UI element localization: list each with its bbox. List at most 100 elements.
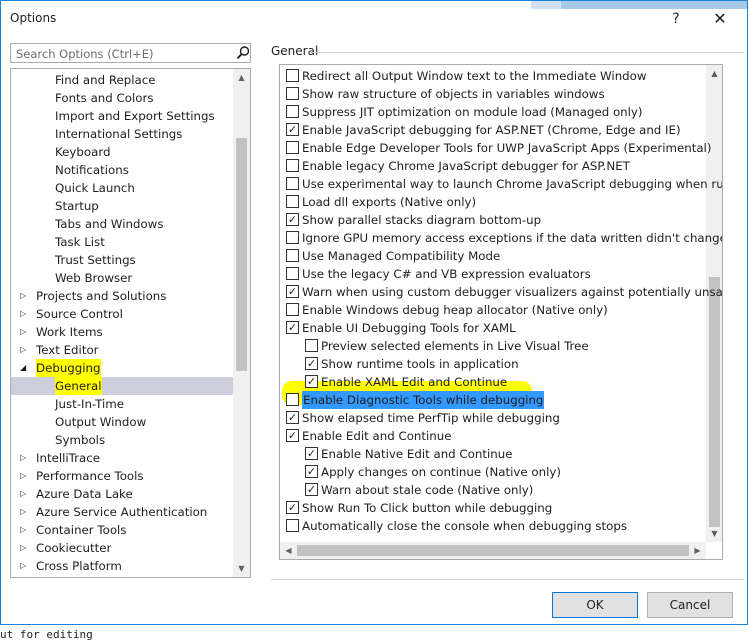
options-tree[interactable]: ▷ Cross Platform ▷ Cookiecutter ▷ Container T… <box>10 68 251 578</box>
tree-scroll-thumb[interactable] <box>236 138 247 371</box>
expand-arrow-icon[interactable]: ▷ <box>20 467 26 485</box>
tree-item[interactable]: ▷ Text Editor <box>11 341 233 359</box>
tree-item[interactable]: ▷ Container Tools <box>11 521 233 539</box>
checkbox-checked-icon[interactable]: ✓ <box>305 465 318 478</box>
checkbox-unchecked-icon[interactable] <box>286 69 299 82</box>
checkbox-checked-icon[interactable]: ✓ <box>286 429 299 442</box>
checkbox-checked-icon[interactable]: ✓ <box>305 375 318 388</box>
tree-scrollbar[interactable]: ▲ ▼ <box>233 69 250 577</box>
tree-item[interactable]: Web Browser <box>11 269 233 287</box>
tree-item-label: Azure Data Lake <box>36 487 133 501</box>
tree-item[interactable]: ◢ Debugging <box>11 359 233 377</box>
tree-item[interactable]: ▷ Azure Data Lake <box>11 485 233 503</box>
checkbox-unchecked-icon[interactable] <box>286 195 299 208</box>
checkbox-checked-icon[interactable]: ✓ <box>305 447 318 460</box>
checkbox-checked-icon[interactable]: ✓ <box>286 501 299 514</box>
tree-item[interactable]: ▷ Performance Tools <box>11 467 233 485</box>
tree-item[interactable]: Startup <box>11 197 233 215</box>
tree-item[interactable]: Task List <box>11 233 233 251</box>
checkbox-checked-icon[interactable]: ✓ <box>305 357 318 370</box>
tree-item[interactable]: ▷ Source Control <box>11 305 233 323</box>
checkbox-unchecked-icon[interactable] <box>286 141 299 154</box>
options-list[interactable]: ▲ ▼ ◀ ▶ Redirect all Output Window text … <box>279 64 723 560</box>
checkbox-unchecked-icon[interactable] <box>286 303 299 316</box>
tree-item[interactable]: Trust Settings <box>11 251 233 269</box>
tree-item[interactable]: Notifications <box>11 161 233 179</box>
tree-item[interactable]: ▷ Cross Platform <box>11 557 233 575</box>
tree-item[interactable]: Keyboard <box>11 143 233 161</box>
dialog-title: Options <box>10 11 57 25</box>
expand-arrow-icon[interactable]: ▷ <box>20 503 26 521</box>
tree-item[interactable]: Find and Replace <box>11 71 233 89</box>
expand-arrow-icon[interactable]: ▷ <box>20 539 26 557</box>
checkbox-unchecked-icon[interactable] <box>305 339 318 352</box>
tree-item[interactable]: ▷ Projects and Solutions <box>11 287 233 305</box>
checkbox-unchecked-icon[interactable] <box>286 267 299 280</box>
expand-arrow-icon[interactable]: ▷ <box>20 287 26 305</box>
tree-item[interactable]: Symbols <box>11 431 233 449</box>
cancel-button[interactable]: Cancel <box>647 592 733 618</box>
tree-item[interactable]: Quick Launch <box>11 179 233 197</box>
checkbox-checked-icon[interactable]: ✓ <box>286 411 299 424</box>
ok-button[interactable]: OK <box>552 592 638 618</box>
tree-item[interactable]: General <box>11 377 233 395</box>
search-placeholder: Search Options (Ctrl+E) <box>16 47 154 61</box>
checkbox-unchecked-icon[interactable] <box>286 519 299 532</box>
tree-item-label: Quick Launch <box>55 181 135 195</box>
option-label: Show runtime tools in application <box>321 357 519 371</box>
scroll-right-icon[interactable]: ▶ <box>689 542 706 559</box>
expand-arrow-icon[interactable]: ▷ <box>20 341 26 359</box>
options-scroll-thumb[interactable] <box>709 277 720 527</box>
tree-item[interactable]: Output Window <box>11 413 233 431</box>
expand-arrow-icon[interactable]: ▷ <box>20 449 26 467</box>
scroll-up-icon[interactable]: ▲ <box>706 65 722 82</box>
checkbox-checked-icon[interactable]: ✓ <box>305 483 318 496</box>
tree-item[interactable]: ▷ IntelliTrace <box>11 449 233 467</box>
tree-item[interactable]: ▷ Cookiecutter <box>11 539 233 557</box>
checkbox-unchecked-icon[interactable] <box>286 105 299 118</box>
tree-item-label: Symbols <box>55 433 106 447</box>
scroll-left-icon[interactable]: ◀ <box>280 542 297 559</box>
tree-item[interactable]: Fonts and Colors <box>11 89 233 107</box>
expand-arrow-icon[interactable]: ▷ <box>20 305 26 323</box>
close-button[interactable]: ✕ <box>705 7 735 31</box>
options-vertical-scrollbar[interactable]: ▲ ▼ <box>706 65 722 542</box>
checkbox-checked-icon[interactable]: ✓ <box>286 123 299 136</box>
option-label: Enable legacy Chrome JavaScript debugger… <box>302 159 630 173</box>
scroll-down-icon[interactable]: ▼ <box>233 560 250 577</box>
checkbox-checked-icon[interactable]: ✓ <box>286 285 299 298</box>
tree-item[interactable]: ▷ Azure Service Authentication <box>11 503 233 521</box>
help-button[interactable]: ? <box>661 7 691 31</box>
scroll-up-icon[interactable]: ▲ <box>233 69 250 86</box>
checkbox-unchecked-icon[interactable] <box>286 249 299 262</box>
tree-item-label: Performance Tools <box>36 469 144 483</box>
options-hscroll-thumb[interactable] <box>297 545 689 556</box>
checkbox-unchecked-icon[interactable] <box>286 231 299 244</box>
expand-arrow-icon[interactable]: ▷ <box>20 521 26 539</box>
tree-item-label: Fonts and Colors <box>55 91 154 105</box>
tree-item[interactable]: Just-In-Time <box>11 395 233 413</box>
expand-arrow-icon[interactable]: ▷ <box>20 485 26 503</box>
expand-arrow-icon[interactable]: ▷ <box>20 557 26 575</box>
tree-item[interactable]: Tabs and Windows <box>11 215 233 233</box>
tree-item-label: Azure Service Authentication <box>36 505 208 519</box>
tree-item-label: General <box>55 377 102 395</box>
options-horizontal-scrollbar[interactable]: ◀ ▶ <box>280 542 706 559</box>
checkbox-unchecked-icon[interactable] <box>286 159 299 172</box>
search-input[interactable]: Search Options (Ctrl+E) <box>10 43 251 63</box>
option-label: Enable Edit and Continue <box>302 429 452 443</box>
tree-item[interactable]: International Settings <box>11 125 233 143</box>
scroll-down-icon[interactable]: ▼ <box>706 525 722 542</box>
tree-item[interactable]: ▷ Work Items <box>11 323 233 341</box>
checkbox-checked-icon[interactable]: ✓ <box>286 321 299 334</box>
checkbox-unchecked-icon[interactable] <box>286 87 299 100</box>
search-icon[interactable] <box>235 45 251 61</box>
tree-item[interactable]: Import and Export Settings <box>11 107 233 125</box>
checkbox-unchecked-icon[interactable] <box>286 177 299 190</box>
collapse-arrow-icon[interactable]: ◢ <box>20 359 26 377</box>
group-separator <box>311 52 743 53</box>
expand-arrow-icon[interactable]: ▷ <box>20 323 26 341</box>
checkbox-checked-icon[interactable]: ✓ <box>286 213 299 226</box>
option-label: Use experimental way to launch Chrome Ja… <box>302 177 723 191</box>
checkbox-unchecked-icon[interactable] <box>286 393 299 406</box>
